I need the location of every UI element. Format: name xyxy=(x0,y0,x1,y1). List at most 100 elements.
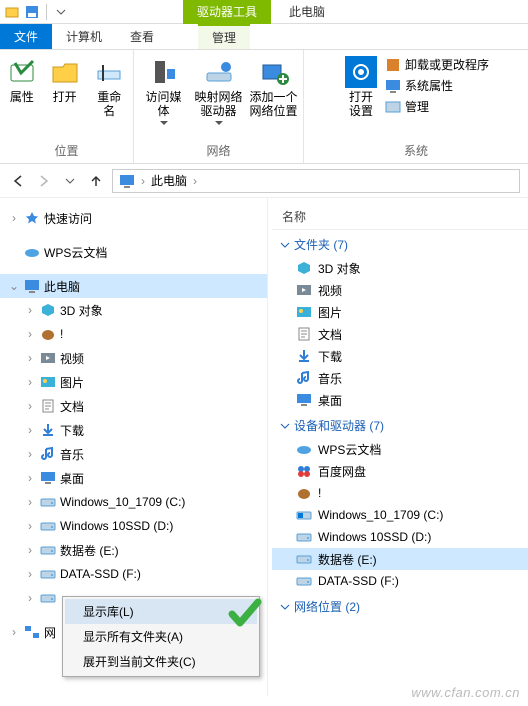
tree-item[interactable]: ›下载 xyxy=(0,418,267,442)
list-item[interactable]: 3D 对象 xyxy=(272,257,528,279)
pc-icon xyxy=(24,278,40,294)
monitor-icon xyxy=(385,78,401,94)
btn-label: 重命名 xyxy=(92,90,127,119)
chevron-down-icon xyxy=(280,421,290,431)
btn-label: 添加一个 网络位置 xyxy=(250,90,298,119)
tree-item[interactable]: ›Windows 10SSD (D:) xyxy=(0,514,267,538)
btn-properties[interactable]: 属性 xyxy=(5,54,40,106)
breadcrumb-current[interactable]: 此电脑 xyxy=(151,172,187,189)
drive-icon xyxy=(40,566,56,582)
properties-icon xyxy=(6,56,38,88)
group-network-locations[interactable]: 网络位置 (2) xyxy=(272,592,528,619)
tree-item[interactable]: ›音乐 xyxy=(0,442,267,466)
column-header-name[interactable]: 名称 xyxy=(272,204,528,230)
contextual-tab-drive-tools[interactable]: 驱动器工具 xyxy=(183,0,271,24)
list-item[interactable]: Windows_10_1709 (C:) xyxy=(272,504,528,526)
menu-expand-to-current[interactable]: 展开到当前文件夹(C) xyxy=(65,649,257,674)
up-button[interactable] xyxy=(86,171,106,191)
tab-view[interactable]: 查看 xyxy=(116,24,168,49)
qat-dropdown-icon[interactable] xyxy=(53,4,69,20)
btn-open[interactable]: 打开 xyxy=(47,54,82,106)
label: 3D 对象 xyxy=(318,260,361,277)
tree-quick-access[interactable]: ›快速访问 xyxy=(0,206,267,230)
tree-this-pc[interactable]: ⌄此电脑 xyxy=(0,274,267,298)
tree-item[interactable]: ›桌面 xyxy=(0,466,267,490)
btn-uninstall-programs[interactable]: 卸载或更改程序 xyxy=(385,56,489,73)
recent-dropdown[interactable] xyxy=(60,171,80,191)
group-folders[interactable]: 文件夹 (7) xyxy=(272,230,528,257)
btn-open-settings[interactable]: 打开 设置 xyxy=(343,54,379,121)
list-item[interactable]: DATA-SSD (F:) xyxy=(272,570,528,592)
label: 数据卷 (E:) xyxy=(318,551,377,568)
download-icon xyxy=(296,348,312,364)
drive-icon xyxy=(40,518,56,534)
navigation-bar: › 此电脑 › xyxy=(0,164,528,198)
list-item[interactable]: 数据卷 (E:) xyxy=(272,548,528,570)
btn-map-drive[interactable]: 映射网络 驱动器 xyxy=(195,54,242,128)
back-button[interactable] xyxy=(8,171,28,191)
btn-label: 属性 xyxy=(10,90,34,104)
group-label: 网络 xyxy=(206,139,230,163)
label: 下载 xyxy=(60,422,84,439)
label: 此电脑 xyxy=(44,278,80,295)
list-item[interactable]: 百度网盘 xyxy=(272,460,528,482)
btn-manage[interactable]: 管理 xyxy=(385,98,489,115)
ribbon-group-system: 打开 设置 卸载或更改程序 系统属性 管理 系统 xyxy=(304,50,528,163)
drive-win-icon xyxy=(296,507,312,523)
rename-icon xyxy=(93,56,125,88)
label: WPS云文档 xyxy=(44,244,107,261)
tree-item[interactable]: ›Windows_10_1709 (C:) xyxy=(0,490,267,514)
tree-item[interactable]: ›数据卷 (E:) xyxy=(0,538,267,562)
qat-save-icon[interactable] xyxy=(24,4,40,20)
btn-system-properties[interactable]: 系统属性 xyxy=(385,77,489,94)
list-item[interactable]: 音乐 xyxy=(272,367,528,389)
tree-item[interactable]: ›视频 xyxy=(0,346,267,370)
btn-label: 打开 xyxy=(53,90,77,104)
chevron-down-icon xyxy=(280,602,290,612)
btn-rename[interactable]: 重命名 xyxy=(90,54,129,121)
list-item[interactable]: 文档 xyxy=(272,323,528,345)
tab-manage[interactable]: 管理 xyxy=(198,24,250,49)
address-bar[interactable]: › 此电脑 › xyxy=(112,169,520,193)
manage-icon xyxy=(385,99,401,115)
ribbon-tabs: 文件 计算机 查看 管理 xyxy=(0,24,528,50)
label: 文件夹 (7) xyxy=(294,236,348,253)
list-item[interactable]: 下载 xyxy=(272,345,528,367)
btn-access-media[interactable]: 访问媒体 xyxy=(140,54,187,128)
chevron-down-icon xyxy=(280,240,290,250)
cube-icon xyxy=(40,302,56,318)
tree-item[interactable]: ›DATA-SSD (F:) xyxy=(0,562,267,586)
cube-icon xyxy=(296,260,312,276)
list-item[interactable]: Windows 10SSD (D:) xyxy=(272,526,528,548)
settings-icon xyxy=(345,56,377,88)
tab-computer[interactable]: 计算机 xyxy=(52,24,116,49)
open-folder-icon xyxy=(49,56,81,88)
tree-item[interactable]: ›! xyxy=(0,322,267,346)
video-icon xyxy=(40,350,56,366)
ribbon-group-network: 访问媒体 映射网络 驱动器 添加一个 网络位置 网络 xyxy=(134,50,304,163)
tree-item[interactable]: ›3D 对象 xyxy=(0,298,267,322)
label: 网络位置 (2) xyxy=(294,598,360,615)
group-drives[interactable]: 设备和驱动器 (7) xyxy=(272,411,528,438)
nut-icon xyxy=(40,326,56,342)
label: 图片 xyxy=(60,374,84,391)
tree-wps[interactable]: WPS云文档 xyxy=(0,240,267,264)
drive-icon xyxy=(296,551,312,567)
list-item[interactable]: ! xyxy=(272,482,528,504)
list-item[interactable]: 桌面 xyxy=(272,389,528,411)
list-item[interactable]: WPS云文档 xyxy=(272,438,528,460)
label: 管理 xyxy=(405,98,429,115)
label: DATA-SSD (F:) xyxy=(318,574,399,588)
forward-button[interactable] xyxy=(34,171,54,191)
chevron-down-icon xyxy=(160,121,168,126)
tree-item[interactable]: ›图片 xyxy=(0,370,267,394)
tree-item[interactable]: ›文档 xyxy=(0,394,267,418)
list-item[interactable]: 视频 xyxy=(272,279,528,301)
content-pane[interactable]: 名称 文件夹 (7) 3D 对象视频图片文档下载音乐桌面 设备和驱动器 (7) … xyxy=(268,198,528,696)
tab-file[interactable]: 文件 xyxy=(0,24,52,49)
list-item[interactable]: 图片 xyxy=(272,301,528,323)
btn-add-network-location[interactable]: 添加一个 网络位置 xyxy=(250,54,297,121)
desktop-icon xyxy=(40,470,56,486)
drive-icon xyxy=(296,529,312,545)
music-icon xyxy=(40,446,56,462)
